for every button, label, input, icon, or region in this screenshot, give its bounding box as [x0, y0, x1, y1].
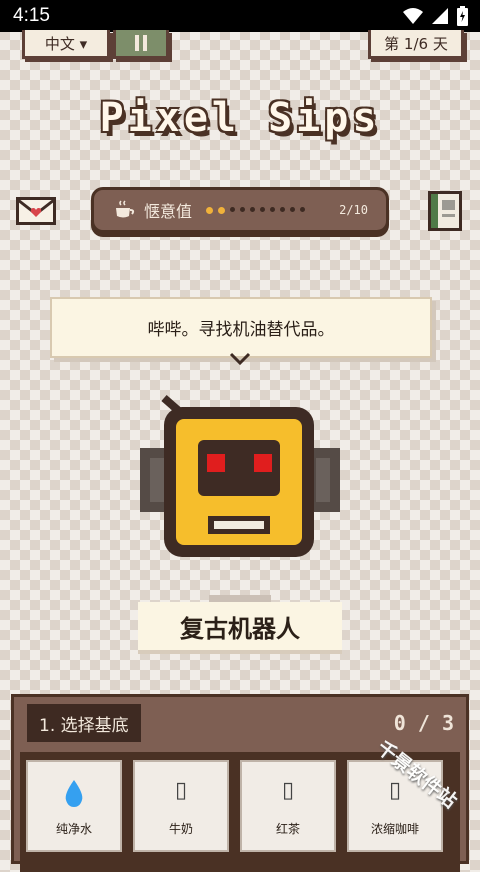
wifi-icon [403, 8, 423, 24]
coffee-icon [116, 200, 135, 218]
mood-dot [300, 206, 306, 212]
battery-icon [457, 6, 468, 26]
robot-icon [140, 394, 340, 557]
mood-bar: 惬意值 2/10 [91, 187, 389, 233]
language-selector[interactable]: 中文 ▾ [22, 30, 110, 59]
step-label: 1. 选择基底 [39, 715, 129, 736]
mood-dot [230, 206, 236, 212]
mood-dot [290, 206, 296, 212]
ingredient-card-milk[interactable]: ▯ 牛奶 [133, 760, 229, 852]
espresso-icon: ▯ [388, 778, 402, 803]
mail-button[interactable] [16, 197, 56, 229]
mood-dot [260, 206, 266, 212]
mood-label: 惬意值 [144, 202, 193, 221]
recipe-book-button[interactable] [428, 191, 462, 235]
mood-dot [206, 206, 214, 214]
character-nameplate: 复古机器人 [138, 602, 342, 650]
mood-dot [280, 206, 286, 212]
ingredient-card-black-tea[interactable]: ▯ 红茶 [240, 760, 336, 852]
milk-icon: ▯ [174, 778, 188, 803]
signal-icon [432, 8, 448, 24]
language-label: 中文 ▾ [44, 34, 88, 53]
status-bar: 4:15 [0, 0, 480, 32]
pause-icon [135, 35, 147, 51]
status-time: 4:15 [13, 5, 50, 26]
mood-dot [250, 206, 256, 212]
mood-dot [270, 206, 276, 212]
speech-text: 哔哔。寻找机油替代品。 [147, 320, 335, 340]
status-icons [403, 6, 468, 26]
mood-meter [206, 206, 306, 214]
day-counter: 第 1/6 天 [368, 30, 464, 59]
ingredient-label: 浓缩咖啡 [370, 822, 419, 836]
mood-dot [240, 206, 246, 212]
selection-progress: 0 / 3 [393, 711, 454, 735]
recipe-book-icon [428, 191, 462, 231]
ingredient-panel: 1. 选择基底 0 / 3 纯净水 ▯ 牛奶 ▯ 红茶 ▯ 浓缩咖啡 [11, 694, 469, 872]
mood-dot [218, 206, 226, 214]
ingredient-label: 纯净水 [55, 822, 92, 836]
chevron-down-icon [229, 352, 251, 366]
ingredient-card-water[interactable]: 纯净水 [26, 760, 122, 852]
game-title: Pixel Sips [99, 95, 381, 141]
black-tea-icon: ▯ [281, 778, 295, 803]
mood-value: 2/10 [339, 203, 368, 217]
ingredient-label: 牛奶 [168, 822, 193, 836]
character-name: 复古机器人 [180, 614, 300, 643]
pause-button[interactable] [113, 30, 169, 59]
water-drop-icon [64, 778, 84, 810]
ingredient-label: 红茶 [275, 822, 300, 836]
mail-icon [16, 197, 56, 225]
day-label: 第 1/6 天 [384, 34, 448, 53]
speech-bubble: 哔哔。寻找机油替代品。 [50, 297, 432, 358]
step-header: 1. 选择基底 [27, 704, 141, 742]
